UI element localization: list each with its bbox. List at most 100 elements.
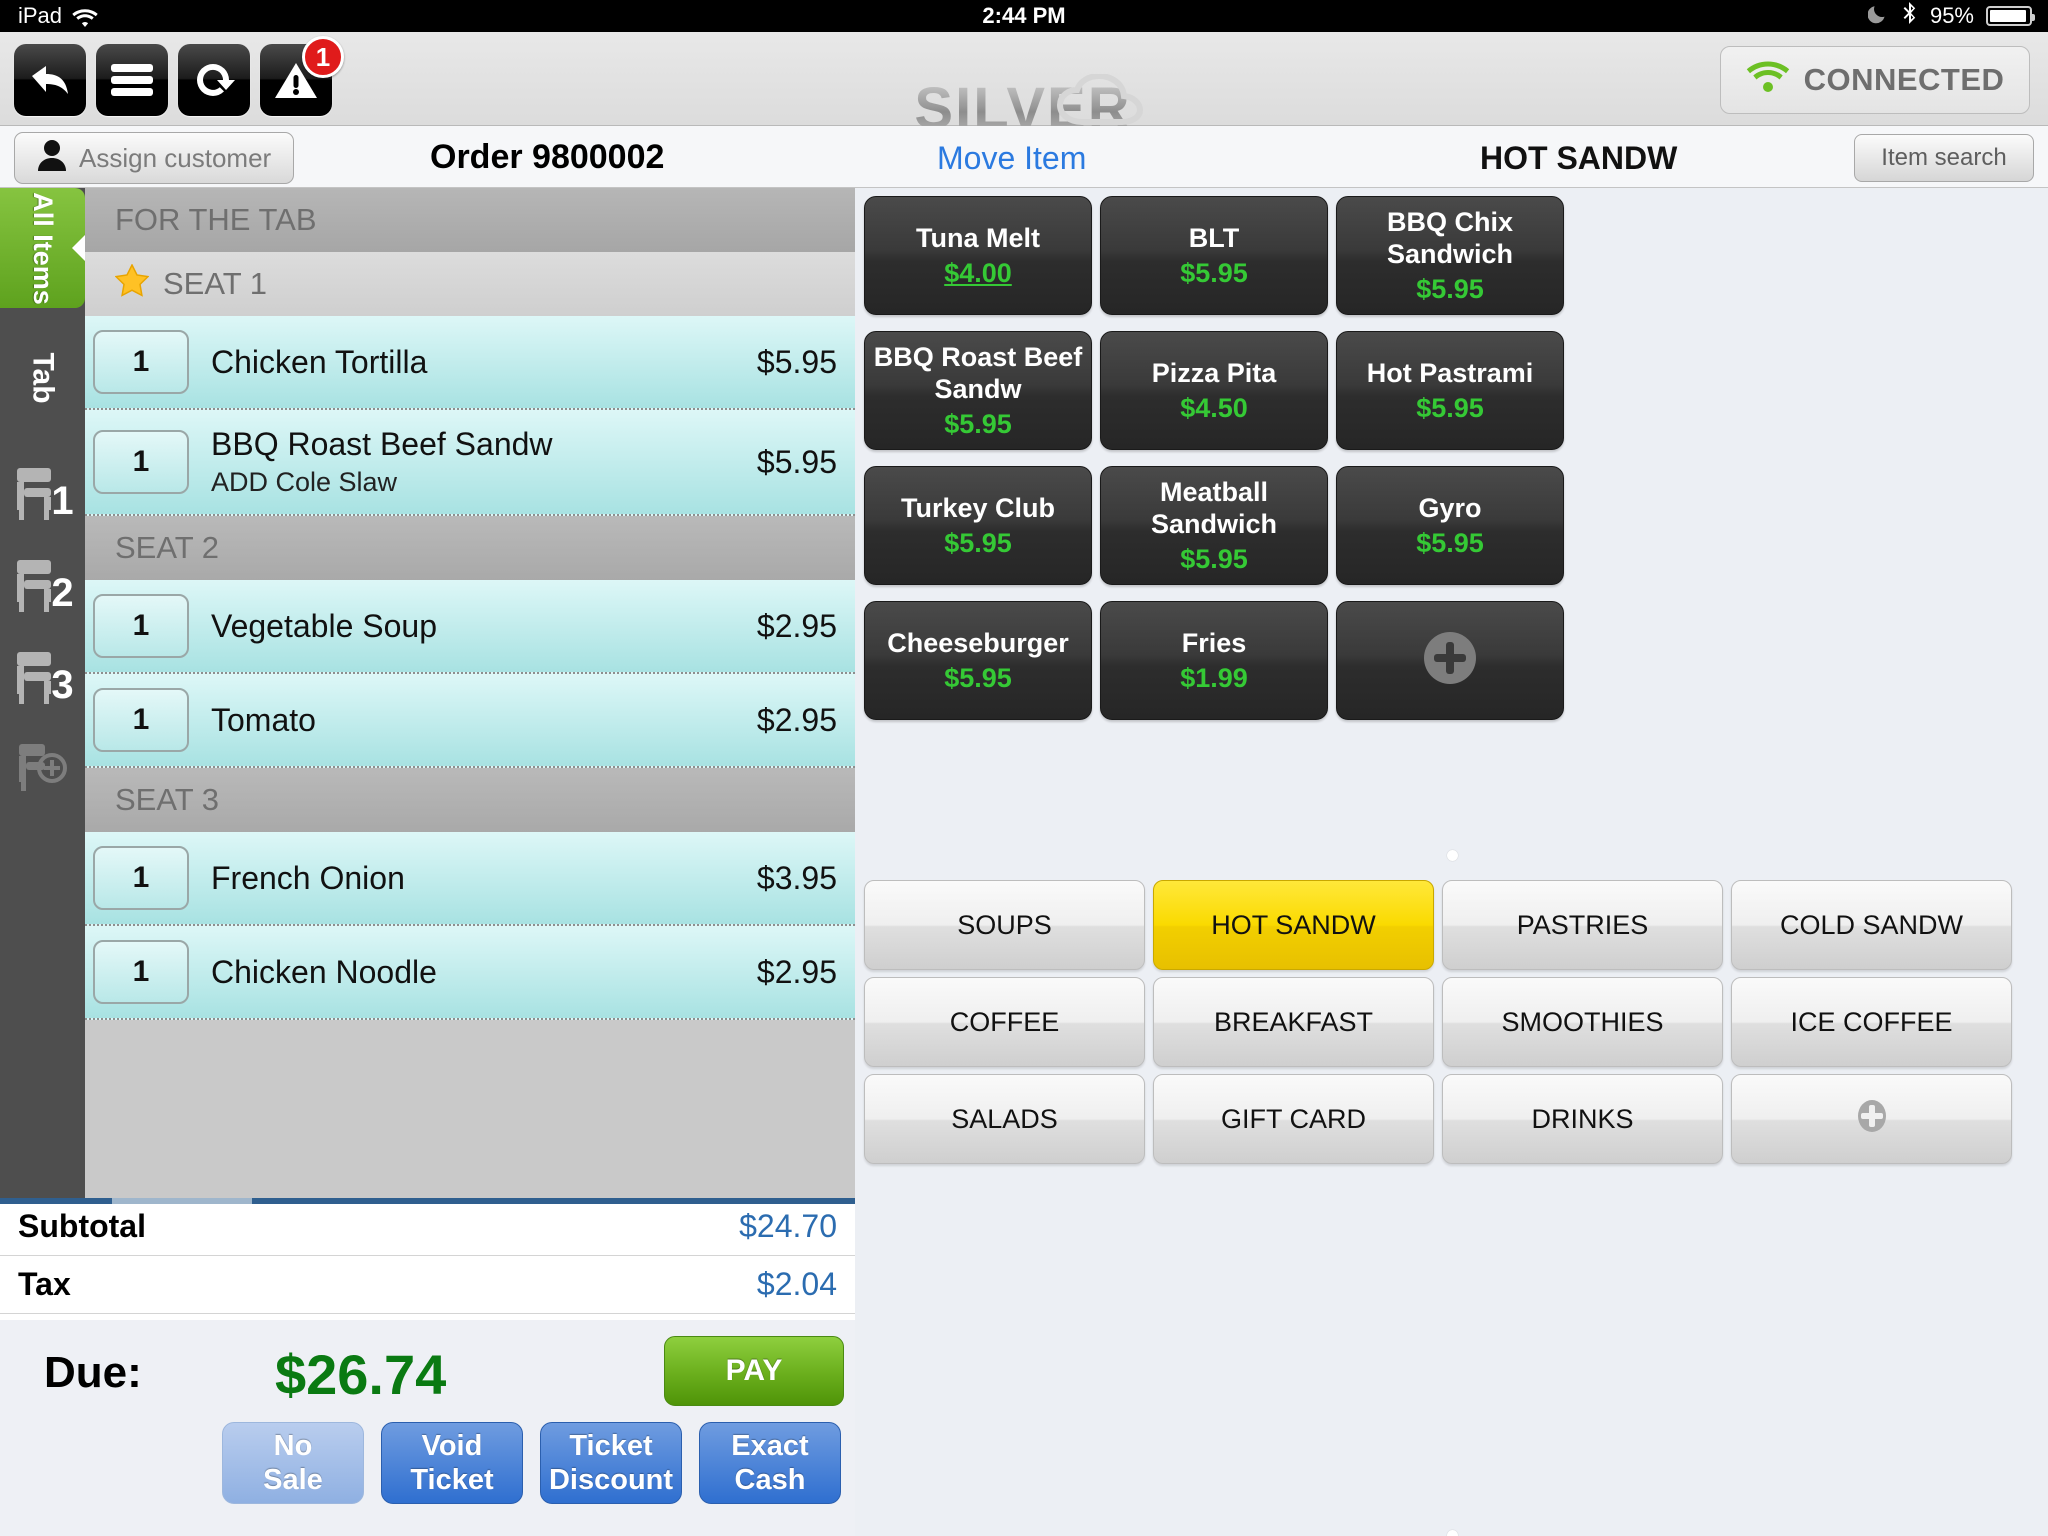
tax-label: Tax: [18, 1266, 71, 1302]
alerts-button[interactable]: 1: [260, 36, 344, 116]
due-and-actions-panel: Due: $26.74 PAY No Sale Void Ticket Tick…: [0, 1320, 855, 1536]
subtotal-row: Subtotal $24.70: [0, 1198, 855, 1256]
connection-status-button[interactable]: CONNECTED: [1720, 46, 2030, 114]
line-item-qty[interactable]: 1: [93, 846, 189, 910]
category-page-dots[interactable]: [856, 1528, 2048, 1536]
page-dot[interactable]: [1446, 850, 1458, 861]
cloud-icon: [1052, 72, 1162, 131]
order-line-item[interactable]: 1 Vegetable Soup $2.95: [85, 580, 855, 674]
line-item-name: Vegetable Soup: [211, 608, 437, 644]
menu-item-tile[interactable]: Hot Pastrami $5.95: [1336, 331, 1564, 450]
order-group-label: FOR THE TAB: [115, 202, 317, 237]
order-line-item[interactable]: 1 Chicken Noodle $2.95: [85, 926, 855, 1020]
order-line-item[interactable]: 1 Chicken Tortilla $5.95: [85, 316, 855, 410]
category-button-cold-sandw[interactable]: COLD SANDW: [1731, 880, 2012, 970]
category-button-hot-sandw[interactable]: HOT SANDW: [1153, 880, 1434, 970]
no-sale-line-2: Sale: [263, 1464, 323, 1496]
line-item-qty[interactable]: 1: [93, 688, 189, 752]
tab-label: Tab: [26, 352, 60, 404]
menu-item-price: $5.95: [1416, 393, 1484, 423]
category-button-breakfast[interactable]: BREAKFAST: [1153, 977, 1434, 1067]
category-button-ice-coffee[interactable]: ICE COFFEE: [1731, 977, 2012, 1067]
category-button-gift-card[interactable]: GIFT CARD: [1153, 1074, 1434, 1164]
order-line-item[interactable]: 1 Tomato $2.95: [85, 674, 855, 768]
assign-customer-button[interactable]: Assign customer: [14, 132, 294, 184]
line-item-qty[interactable]: 1: [93, 430, 189, 494]
line-item-details: Chicken Noodle: [189, 952, 757, 992]
sidebar-item-seat-2[interactable]: 2: [0, 542, 85, 634]
category-label: BREAKFAST: [1213, 1006, 1374, 1037]
void-ticket-button[interactable]: Void Ticket: [381, 1422, 523, 1504]
menu-item-price: $4.50: [1180, 393, 1248, 423]
menu-item-tile[interactable]: Meatball Sandwich $5.95: [1100, 466, 1328, 585]
order-group-header[interactable]: SEAT 2: [85, 516, 855, 580]
menu-item-tile[interactable]: Tuna Melt $4.00: [864, 196, 1092, 315]
category-button-smoothies[interactable]: SMOOTHIES: [1442, 977, 1723, 1067]
order-line-item[interactable]: 1 BBQ Roast Beef Sandw ADD Cole Slaw $5.95: [85, 410, 855, 516]
all-items-label: All Items: [28, 191, 59, 305]
ticket-discount-button[interactable]: Ticket Discount: [540, 1422, 682, 1504]
menu-item-tile[interactable]: Cheeseburger $5.95: [864, 601, 1092, 720]
menu-item-tile[interactable]: BBQ Chix Sandwich $5.95: [1336, 196, 1564, 315]
totals-panel: Subtotal $24.70 Tax $2.04: [0, 1198, 855, 1320]
order-group-header[interactable]: SEAT 1: [85, 252, 855, 316]
menu-item-tile[interactable]: Turkey Club $5.95: [864, 466, 1092, 585]
line-item-qty[interactable]: 1: [93, 940, 189, 1004]
line-item-price: $5.95: [756, 343, 837, 380]
pay-button[interactable]: PAY: [664, 1336, 844, 1406]
line-item-name: Tomato: [211, 702, 316, 738]
order-group-label: SEAT 1: [163, 266, 267, 301]
tile-page-dots[interactable]: [856, 848, 2048, 866]
line-item-price: $5.95: [756, 443, 837, 480]
exact-cash-button[interactable]: Exact Cash: [699, 1422, 841, 1504]
add-category-button[interactable]: [1731, 1074, 2012, 1164]
menu-item-tile[interactable]: BBQ Roast Beef Sandw $5.95: [864, 331, 1092, 450]
no-sale-line-1: No: [273, 1430, 313, 1462]
void-ticket-line-1: Void: [421, 1430, 483, 1462]
move-item-button[interactable]: Move Item: [937, 140, 1086, 177]
menu-item-name: Turkey Club: [900, 493, 1056, 523]
due-amount: $26.74: [275, 1343, 447, 1406]
back-button[interactable]: [14, 44, 86, 116]
order-line-item[interactable]: 1 French Onion $3.95: [85, 832, 855, 926]
sidebar-item-seat-1[interactable]: 1: [0, 450, 85, 542]
category-label: SMOOTHIES: [1501, 1006, 1664, 1037]
menu-item-tile[interactable]: Pizza Pita $4.50: [1100, 331, 1328, 450]
category-button-drinks[interactable]: DRINKS: [1442, 1074, 1723, 1164]
order-title: Order 9800002: [430, 138, 665, 176]
sidebar-item-seat-3[interactable]: 3: [0, 634, 85, 726]
order-bar: Assign customer Order 9800002 Move Item …: [0, 126, 2048, 188]
sidebar-item-tab[interactable]: Tab: [0, 308, 85, 448]
order-group-header[interactable]: SEAT 3: [85, 768, 855, 832]
menu-item-tile[interactable]: BLT $5.95: [1100, 196, 1328, 315]
menu-item-price: $5.95: [1416, 528, 1484, 558]
menu-item-price: $5.95: [944, 663, 1012, 693]
item-search-button[interactable]: Item search: [1854, 134, 2034, 182]
menu-button[interactable]: [96, 44, 168, 116]
category-button-coffee[interactable]: COFFEE: [864, 977, 1145, 1067]
line-item-qty[interactable]: 1: [93, 330, 189, 394]
line-item-details: French Onion: [189, 858, 757, 898]
menu-item-tile[interactable]: Fries $1.99: [1100, 601, 1328, 720]
add-menu-item-tile[interactable]: [1336, 601, 1564, 720]
no-sale-button[interactable]: No Sale: [222, 1422, 364, 1504]
line-item-modifier: ADD Cole Slaw: [211, 467, 398, 497]
hamburger-menu-icon: [111, 63, 153, 97]
menu-item-tile[interactable]: Gyro $5.95: [1336, 466, 1564, 585]
order-group-header[interactable]: FOR THE TAB: [85, 188, 855, 252]
line-item-qty[interactable]: 1: [93, 594, 189, 658]
scrollbar[interactable]: [0, 1198, 855, 1204]
category-button-soups[interactable]: SOUPS: [864, 880, 1145, 970]
category-label: COFFEE: [949, 1006, 1060, 1037]
connection-status-label: CONNECTED: [1803, 62, 2005, 97]
sidebar-item-all-items[interactable]: All Items: [0, 188, 86, 308]
subtotal-value: $24.70: [739, 1208, 837, 1244]
line-item-price: $2.95: [756, 607, 837, 644]
sidebar-item-add-seat[interactable]: [0, 726, 85, 818]
menu-panel: Tuna Melt $4.00 BLT $5.95 BBQ Chix Sandwich $…: [856, 188, 2048, 1536]
page-dot[interactable]: [1446, 1530, 1458, 1536]
order-item-list[interactable]: FOR THE TAB SEAT 1 1 Chicken Tortilla $5.95 1…: [85, 188, 855, 1198]
category-button-salads[interactable]: SALADS: [864, 1074, 1145, 1164]
category-button-pastries[interactable]: PASTRIES: [1442, 880, 1723, 970]
logout-button[interactable]: [178, 44, 250, 116]
